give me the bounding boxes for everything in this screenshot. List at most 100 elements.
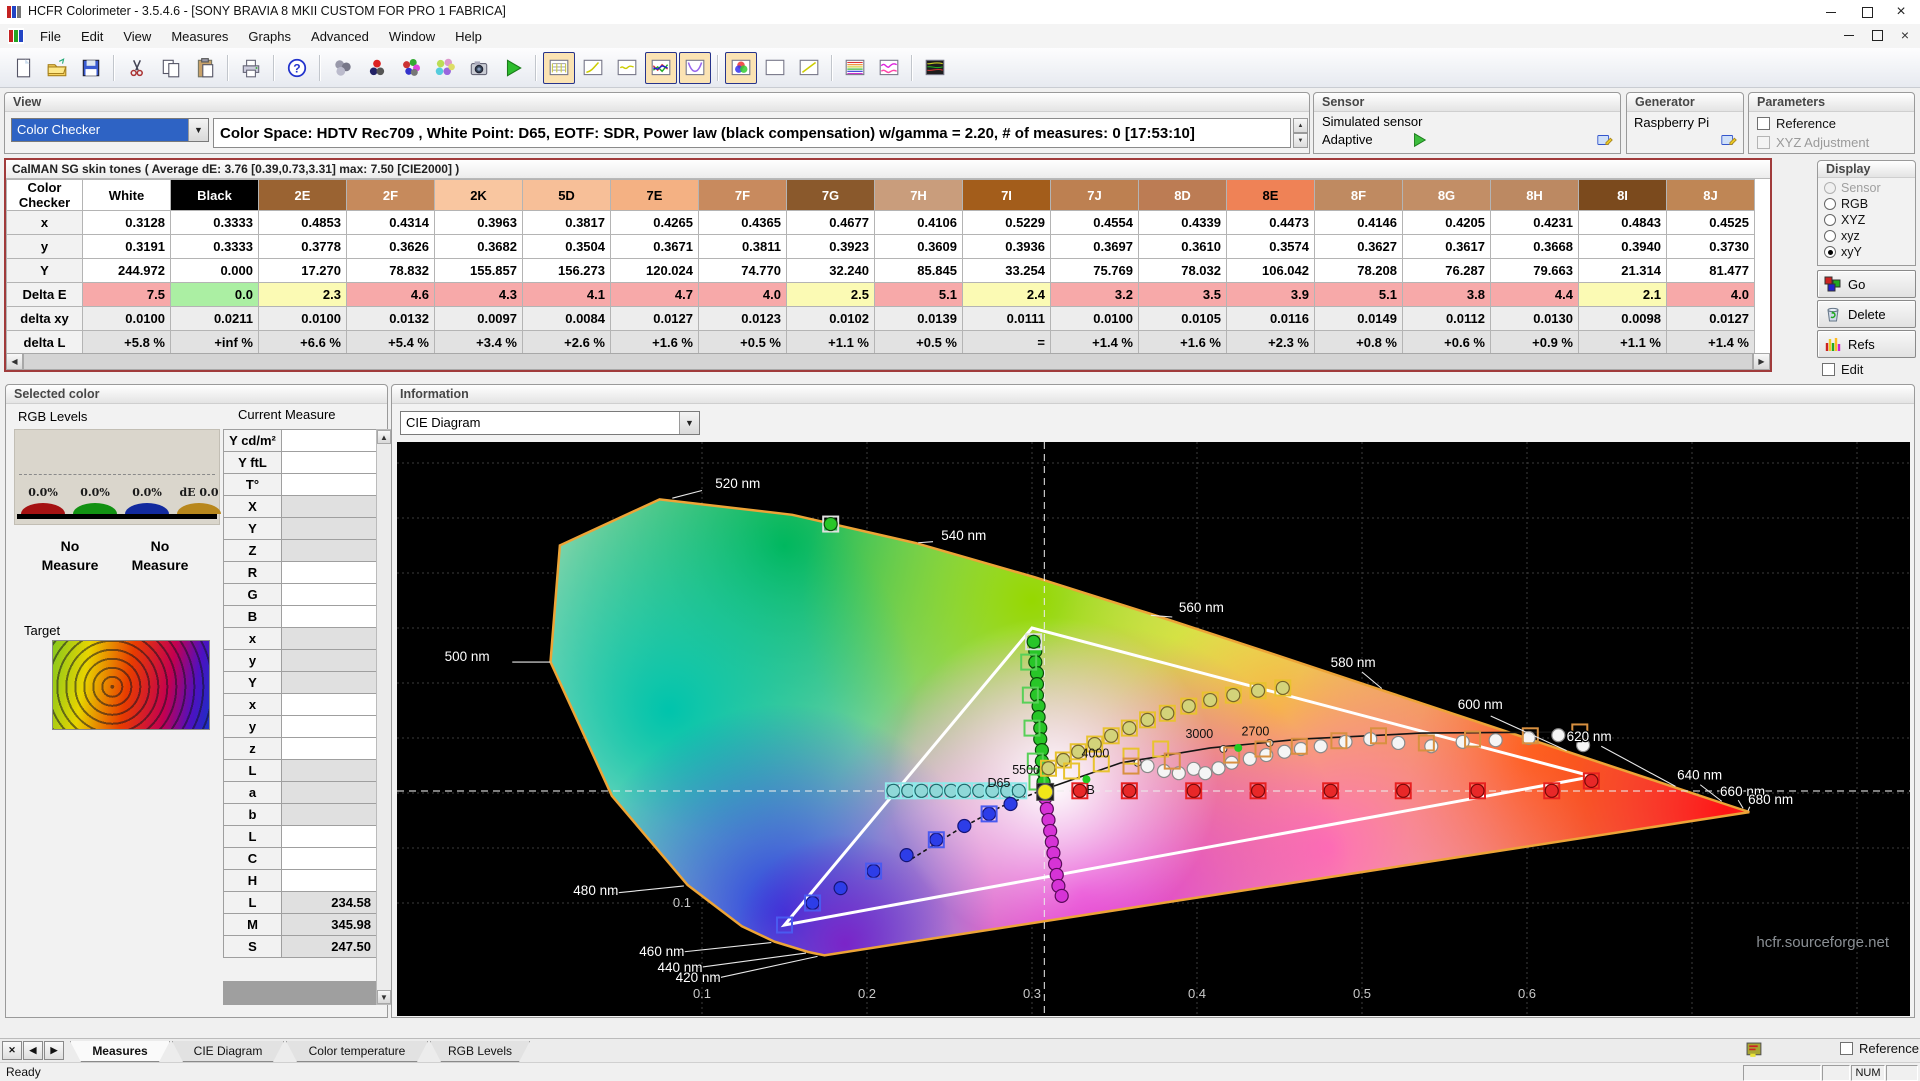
tab-cie-diagram[interactable]: CIE Diagram xyxy=(172,1041,284,1062)
cell-y-8e[interactable]: 106.042 xyxy=(1226,258,1315,283)
cell-delta-xy-2e[interactable]: 0.0100 xyxy=(258,306,347,331)
cut-button[interactable] xyxy=(121,52,153,84)
play-icon[interactable] xyxy=(1410,131,1428,149)
cell-delta-e-white[interactable]: 7.5 xyxy=(82,282,171,307)
menu-item-file[interactable]: File xyxy=(30,26,71,47)
cell-x-8e[interactable]: 0.4473 xyxy=(1226,210,1315,235)
cell-delta-l-7f[interactable]: +0.5 % xyxy=(698,330,787,355)
cell-delta-xy-5d[interactable]: 0.0084 xyxy=(522,306,611,331)
cell-y-8g[interactable]: 0.3617 xyxy=(1402,234,1491,259)
cell-delta-l-2e[interactable]: +6.6 % xyxy=(258,330,347,355)
view-gamma-button[interactable] xyxy=(577,52,609,84)
cell-y-5d[interactable]: 156.273 xyxy=(522,258,611,283)
capture-button[interactable] xyxy=(463,52,495,84)
cell-delta-l-2f[interactable]: +5.4 % xyxy=(346,330,435,355)
scroll-left-icon[interactable]: ◀ xyxy=(6,353,23,370)
cell-y-7g[interactable]: 32.240 xyxy=(786,258,875,283)
cell-y-7i[interactable]: 33.254 xyxy=(962,258,1051,283)
cell-delta-l-5d[interactable]: +2.6 % xyxy=(522,330,611,355)
menu-item-graphs[interactable]: Graphs xyxy=(238,26,301,47)
cell-delta-l-white[interactable]: +5.8 % xyxy=(82,330,171,355)
delete-button[interactable]: Delete xyxy=(1817,300,1916,328)
cell-y-2k[interactable]: 155.857 xyxy=(434,258,523,283)
display-radio-xyy[interactable]: xyY xyxy=(1824,245,1909,259)
minimize-button[interactable] xyxy=(1814,0,1848,24)
cell-delta-l-7i[interactable]: = xyxy=(962,330,1051,355)
menu-item-measures[interactable]: Measures xyxy=(161,26,238,47)
cell-y-7h[interactable]: 0.3609 xyxy=(874,234,963,259)
tab-measures[interactable]: Measures xyxy=(70,1041,170,1062)
view-measures-grid-button[interactable] xyxy=(543,51,575,84)
measure-saturations-button[interactable] xyxy=(395,52,427,84)
reference-checkbox-box[interactable] xyxy=(1840,1042,1853,1055)
cell-delta-l-7e[interactable]: +1.6 % xyxy=(610,330,699,355)
cell-y-2e[interactable]: 0.3778 xyxy=(258,234,347,259)
mdi-restore-button[interactable] xyxy=(1868,27,1886,43)
new-file-button[interactable] xyxy=(7,52,39,84)
cell-delta-xy-2k[interactable]: 0.0097 xyxy=(434,306,523,331)
column-header-7e[interactable]: 7E xyxy=(610,179,699,211)
display-radio-rgb[interactable]: RGB xyxy=(1824,197,1909,211)
maximize-button[interactable] xyxy=(1850,0,1884,24)
cell-delta-xy-8d[interactable]: 0.0105 xyxy=(1138,306,1227,331)
cell-delta-e-2e[interactable]: 2.3 xyxy=(258,282,347,307)
cell-x-black[interactable]: 0.3333 xyxy=(170,210,259,235)
cell-y-white[interactable]: 244.972 xyxy=(82,258,171,283)
cell-delta-xy-8j[interactable]: 0.0127 xyxy=(1666,306,1755,331)
cell-delta-xy-7h[interactable]: 0.0139 xyxy=(874,306,963,331)
view-color-curves-button[interactable] xyxy=(873,52,905,84)
open-file-button[interactable] xyxy=(41,52,73,84)
cell-x-8h[interactable]: 0.4231 xyxy=(1490,210,1579,235)
reference-checkbox[interactable]: Reference xyxy=(1840,1041,1919,1056)
column-header-8i[interactable]: 8I xyxy=(1578,179,1667,211)
cell-delta-l-8j[interactable]: +1.4 % xyxy=(1666,330,1755,355)
cell-x-8i[interactable]: 0.4843 xyxy=(1578,210,1667,235)
cell-delta-xy-7g[interactable]: 0.0102 xyxy=(786,306,875,331)
cell-delta-e-7h[interactable]: 5.1 xyxy=(874,282,963,307)
refs-button[interactable]: Refs xyxy=(1817,330,1916,358)
cell-y-7j[interactable]: 75.769 xyxy=(1050,258,1139,283)
help-button[interactable]: ? xyxy=(281,52,313,84)
current-measure-scrollbar[interactable]: ▲ ▼ xyxy=(376,429,392,1005)
column-header-8g[interactable]: 8G xyxy=(1402,179,1491,211)
cell-y-2f[interactable]: 78.832 xyxy=(346,258,435,283)
cell-delta-l-8d[interactable]: +1.6 % xyxy=(1138,330,1227,355)
scroll-up-icon[interactable]: ▲ xyxy=(377,430,391,444)
cell-y-8i[interactable]: 21.314 xyxy=(1578,258,1667,283)
column-header-7f[interactable]: 7F xyxy=(698,179,787,211)
scroll-right-icon[interactable]: ▶ xyxy=(1753,353,1770,370)
cell-y-8j[interactable]: 81.477 xyxy=(1666,258,1755,283)
cell-delta-e-black[interactable]: 0.0 xyxy=(170,282,259,307)
edit-checkbox-box[interactable] xyxy=(1822,363,1835,376)
cell-y-7i[interactable]: 0.3936 xyxy=(962,234,1051,259)
cell-x-2f[interactable]: 0.4314 xyxy=(346,210,435,235)
view-saturation-shift-button[interactable] xyxy=(839,52,871,84)
cell-x-5d[interactable]: 0.3817 xyxy=(522,210,611,235)
save-button[interactable] xyxy=(75,52,107,84)
mdi-close-button[interactable]: × xyxy=(1896,27,1914,43)
cell-delta-xy-7e[interactable]: 0.0127 xyxy=(610,306,699,331)
cell-x-8j[interactable]: 0.4525 xyxy=(1666,210,1755,235)
view-free-measures-button[interactable] xyxy=(759,52,791,84)
cell-delta-e-2f[interactable]: 4.6 xyxy=(346,282,435,307)
cell-delta-xy-2f[interactable]: 0.0132 xyxy=(346,306,435,331)
cell-y-8g[interactable]: 76.287 xyxy=(1402,258,1491,283)
edit-checkbox[interactable]: Edit xyxy=(1822,362,1863,377)
column-header-2f[interactable]: 2F xyxy=(346,179,435,211)
print-button[interactable] xyxy=(235,52,267,84)
view-rgb-levels-button[interactable] xyxy=(645,51,677,84)
information-view-select[interactable]: CIE Diagram ▼ xyxy=(400,411,700,435)
cell-delta-l-7j[interactable]: +1.4 % xyxy=(1050,330,1139,355)
cell-x-7f[interactable]: 0.4365 xyxy=(698,210,787,235)
menu-item-help[interactable]: Help xyxy=(445,26,492,47)
cell-delta-xy-8e[interactable]: 0.0116 xyxy=(1226,306,1315,331)
go-button[interactable]: Go xyxy=(1817,270,1916,298)
cell-delta-e-7e[interactable]: 4.7 xyxy=(610,282,699,307)
cell-y-8d[interactable]: 78.032 xyxy=(1138,258,1227,283)
cell-x-7e[interactable]: 0.4265 xyxy=(610,210,699,235)
notification-icon[interactable] xyxy=(1746,1042,1763,1059)
column-header-7g[interactable]: 7G xyxy=(786,179,875,211)
column-header-7i[interactable]: 7I xyxy=(962,179,1051,211)
cell-delta-l-7h[interactable]: +0.5 % xyxy=(874,330,963,355)
view-drift-button[interactable] xyxy=(793,52,825,84)
